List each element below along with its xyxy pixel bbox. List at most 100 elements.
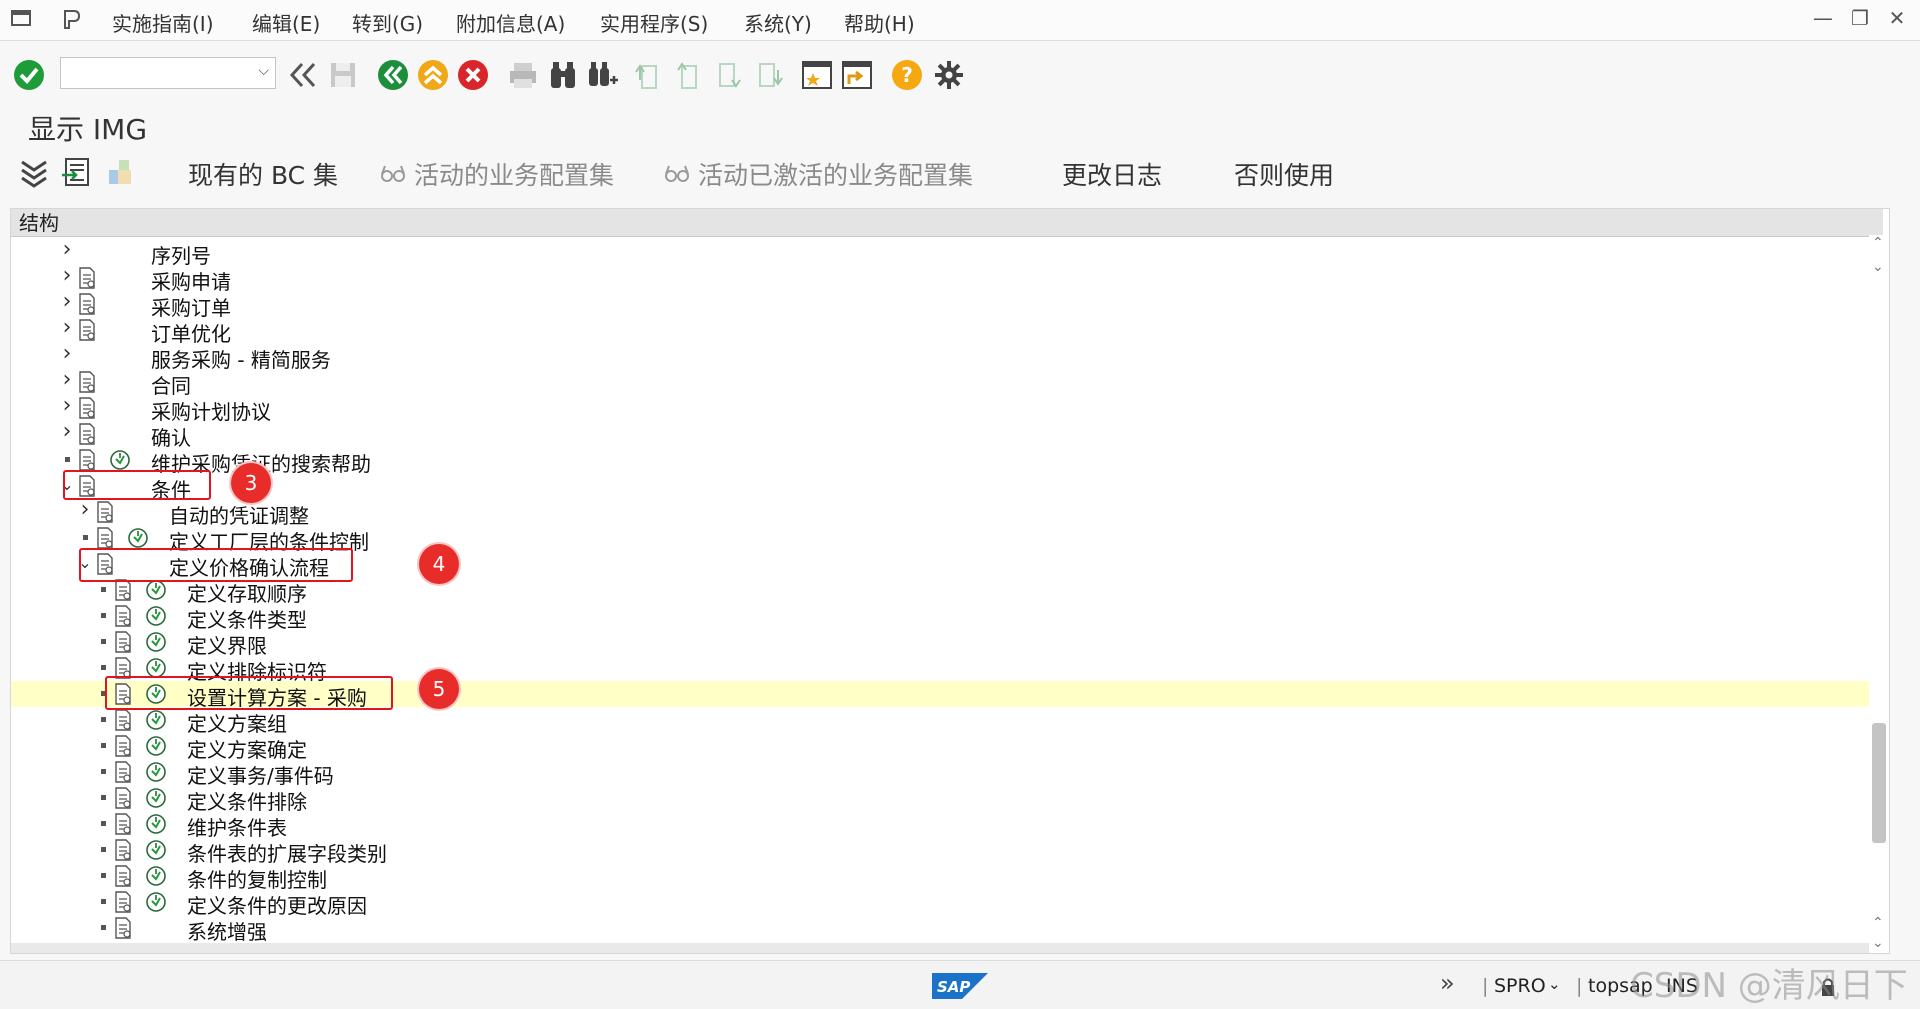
sap-menu-icon[interactable]: [60, 8, 84, 30]
documentation-icon[interactable]: [113, 761, 133, 783]
documentation-icon[interactable]: [77, 371, 97, 393]
tree-node[interactable]: › 订单优化: [11, 317, 1869, 347]
chevron-right-icon[interactable]: ›: [59, 317, 75, 343]
tree-node[interactable]: › 采购计划协议: [11, 395, 1869, 425]
menu-utilities[interactable]: 实用程序(S): [600, 8, 708, 37]
bc-set-icon[interactable]: [104, 156, 136, 188]
tree-node[interactable]: › 采购申请: [11, 265, 1869, 295]
scroll-up-icon[interactable]: ⌃: [1872, 915, 1884, 931]
enter-check-icon[interactable]: [12, 58, 46, 92]
scroll-down-icon[interactable]: ⌄: [1872, 259, 1884, 275]
chevron-right-icon[interactable]: ›: [59, 369, 75, 395]
tree-node[interactable]: 定义事务/事件码: [11, 759, 1869, 788]
tree-node[interactable]: › 采购订单: [11, 291, 1869, 321]
chevron-right-icon[interactable]: ›: [59, 343, 75, 369]
documentation-icon[interactable]: [113, 917, 133, 939]
active-bc-sets-button[interactable]: 活动的业务配置集: [414, 156, 614, 192]
chevron-right-icon[interactable]: ›: [77, 499, 93, 525]
cancel-icon[interactable]: [456, 58, 490, 92]
execute-activity-icon[interactable]: [145, 787, 167, 809]
back-icon[interactable]: [376, 58, 410, 92]
tree-node[interactable]: 定义方案确定: [11, 733, 1869, 762]
first-page-icon[interactable]: [632, 58, 666, 92]
chevron-down-icon[interactable]: ⌄: [1548, 975, 1561, 993]
tree-node[interactable]: › 序列号: [11, 239, 1869, 269]
create-session-icon[interactable]: [800, 58, 834, 92]
find-next-icon[interactable]: [584, 58, 618, 92]
execute-activity-icon[interactable]: [145, 709, 167, 731]
tree-node[interactable]: 系统增强: [11, 915, 1869, 944]
documentation-icon[interactable]: [113, 605, 133, 627]
execute-activity-icon[interactable]: [145, 579, 167, 601]
previous-page-icon[interactable]: [672, 58, 706, 92]
next-page-icon[interactable]: [712, 58, 746, 92]
last-page-icon[interactable]: [752, 58, 786, 92]
execute-activity-icon[interactable]: [145, 813, 167, 835]
documentation-icon[interactable]: [113, 709, 133, 731]
tree-node[interactable]: 定义方案组: [11, 707, 1869, 736]
menu-edit[interactable]: 编辑(E): [252, 8, 320, 37]
tree-node[interactable]: 维护采购凭证的搜索帮助: [11, 447, 1869, 476]
scroll-down-icon[interactable]: ⌄: [1872, 935, 1884, 951]
close-window-icon[interactable]: ✕: [1884, 6, 1910, 30]
command-field[interactable]: ⌵: [60, 57, 276, 89]
menu-system[interactable]: 系统(Y): [744, 8, 812, 37]
scrollbar-thumb[interactable]: [1872, 723, 1886, 843]
tree-node[interactable]: › 确认: [11, 421, 1869, 451]
execute-activity-icon[interactable]: [145, 839, 167, 861]
documentation-icon[interactable]: [113, 891, 133, 913]
tree-node[interactable]: › 自动的凭证调整: [11, 499, 1869, 529]
chevron-right-icon[interactable]: ›: [59, 291, 75, 317]
documentation-icon[interactable]: [77, 423, 97, 445]
expand-all-icon[interactable]: [18, 156, 50, 188]
restore-icon[interactable]: ❐: [1847, 6, 1873, 30]
documentation-icon[interactable]: [77, 293, 97, 315]
print-icon[interactable]: [506, 58, 540, 92]
minimize-icon[interactable]: —: [1810, 6, 1836, 30]
double-chevron-left-icon[interactable]: [286, 58, 320, 92]
save-icon[interactable]: [326, 58, 360, 92]
vertical-scrollbar[interactable]: ⌃ ⌄ ⌃ ⌄: [1869, 235, 1889, 953]
documentation-icon[interactable]: [113, 813, 133, 835]
help-icon[interactable]: ?: [890, 58, 924, 92]
execute-activity-icon[interactable]: [145, 605, 167, 627]
chevron-right-icon[interactable]: ›: [59, 395, 75, 421]
chevron-right-icon[interactable]: ›: [59, 239, 75, 265]
execute-activity-icon[interactable]: [145, 891, 167, 913]
documentation-icon[interactable]: [113, 735, 133, 757]
settings-gear-icon[interactable]: [932, 58, 966, 92]
tree-node[interactable]: 维护条件表: [11, 811, 1869, 840]
documentation-icon[interactable]: [77, 449, 97, 471]
execute-activity-icon[interactable]: [145, 631, 167, 653]
generate-shortcut-icon[interactable]: [840, 58, 874, 92]
documentation-icon[interactable]: [113, 787, 133, 809]
existing-bc-sets-button[interactable]: 现有的 BC 集: [188, 156, 338, 192]
execute-activity-icon[interactable]: [145, 865, 167, 887]
tree-node[interactable]: 条件表的扩展字段类别: [11, 837, 1869, 866]
chevron-right-icon[interactable]: ›: [59, 421, 75, 447]
tree-node[interactable]: 定义界限: [11, 629, 1869, 658]
horizontal-scrollbar[interactable]: [11, 943, 1869, 953]
execute-activity-icon[interactable]: [145, 761, 167, 783]
menu-goto[interactable]: 转到(G): [352, 8, 423, 37]
exit-icon[interactable]: [416, 58, 450, 92]
tree-node[interactable]: 定义条件的更改原因: [11, 889, 1869, 918]
tree-node[interactable]: › 合同: [11, 369, 1869, 399]
tree-node[interactable]: 条件的复制控制: [11, 863, 1869, 892]
documentation-icon[interactable]: [113, 579, 133, 601]
double-chevron-right-icon[interactable]: »: [1440, 969, 1455, 997]
menu-help[interactable]: 帮助(H): [844, 8, 915, 37]
documentation-icon[interactable]: [77, 267, 97, 289]
documentation-icon[interactable]: [77, 319, 97, 341]
activated-bc-sets-button[interactable]: 活动已激活的业务配置集: [698, 156, 973, 192]
execute-activity-icon[interactable]: [145, 735, 167, 757]
documentation-icon[interactable]: [113, 631, 133, 653]
execute-activity-icon[interactable]: [127, 527, 149, 549]
system-menu-icon[interactable]: [10, 8, 34, 30]
tree-node[interactable]: 定义条件排除: [11, 785, 1869, 814]
find-icon[interactable]: [546, 58, 580, 92]
tree-node[interactable]: › 服务采购 - 精简服务: [11, 343, 1869, 373]
documentation-icon[interactable]: [77, 397, 97, 419]
documentation-icon[interactable]: [95, 501, 115, 523]
menu-extras[interactable]: 附加信息(A): [456, 8, 565, 37]
